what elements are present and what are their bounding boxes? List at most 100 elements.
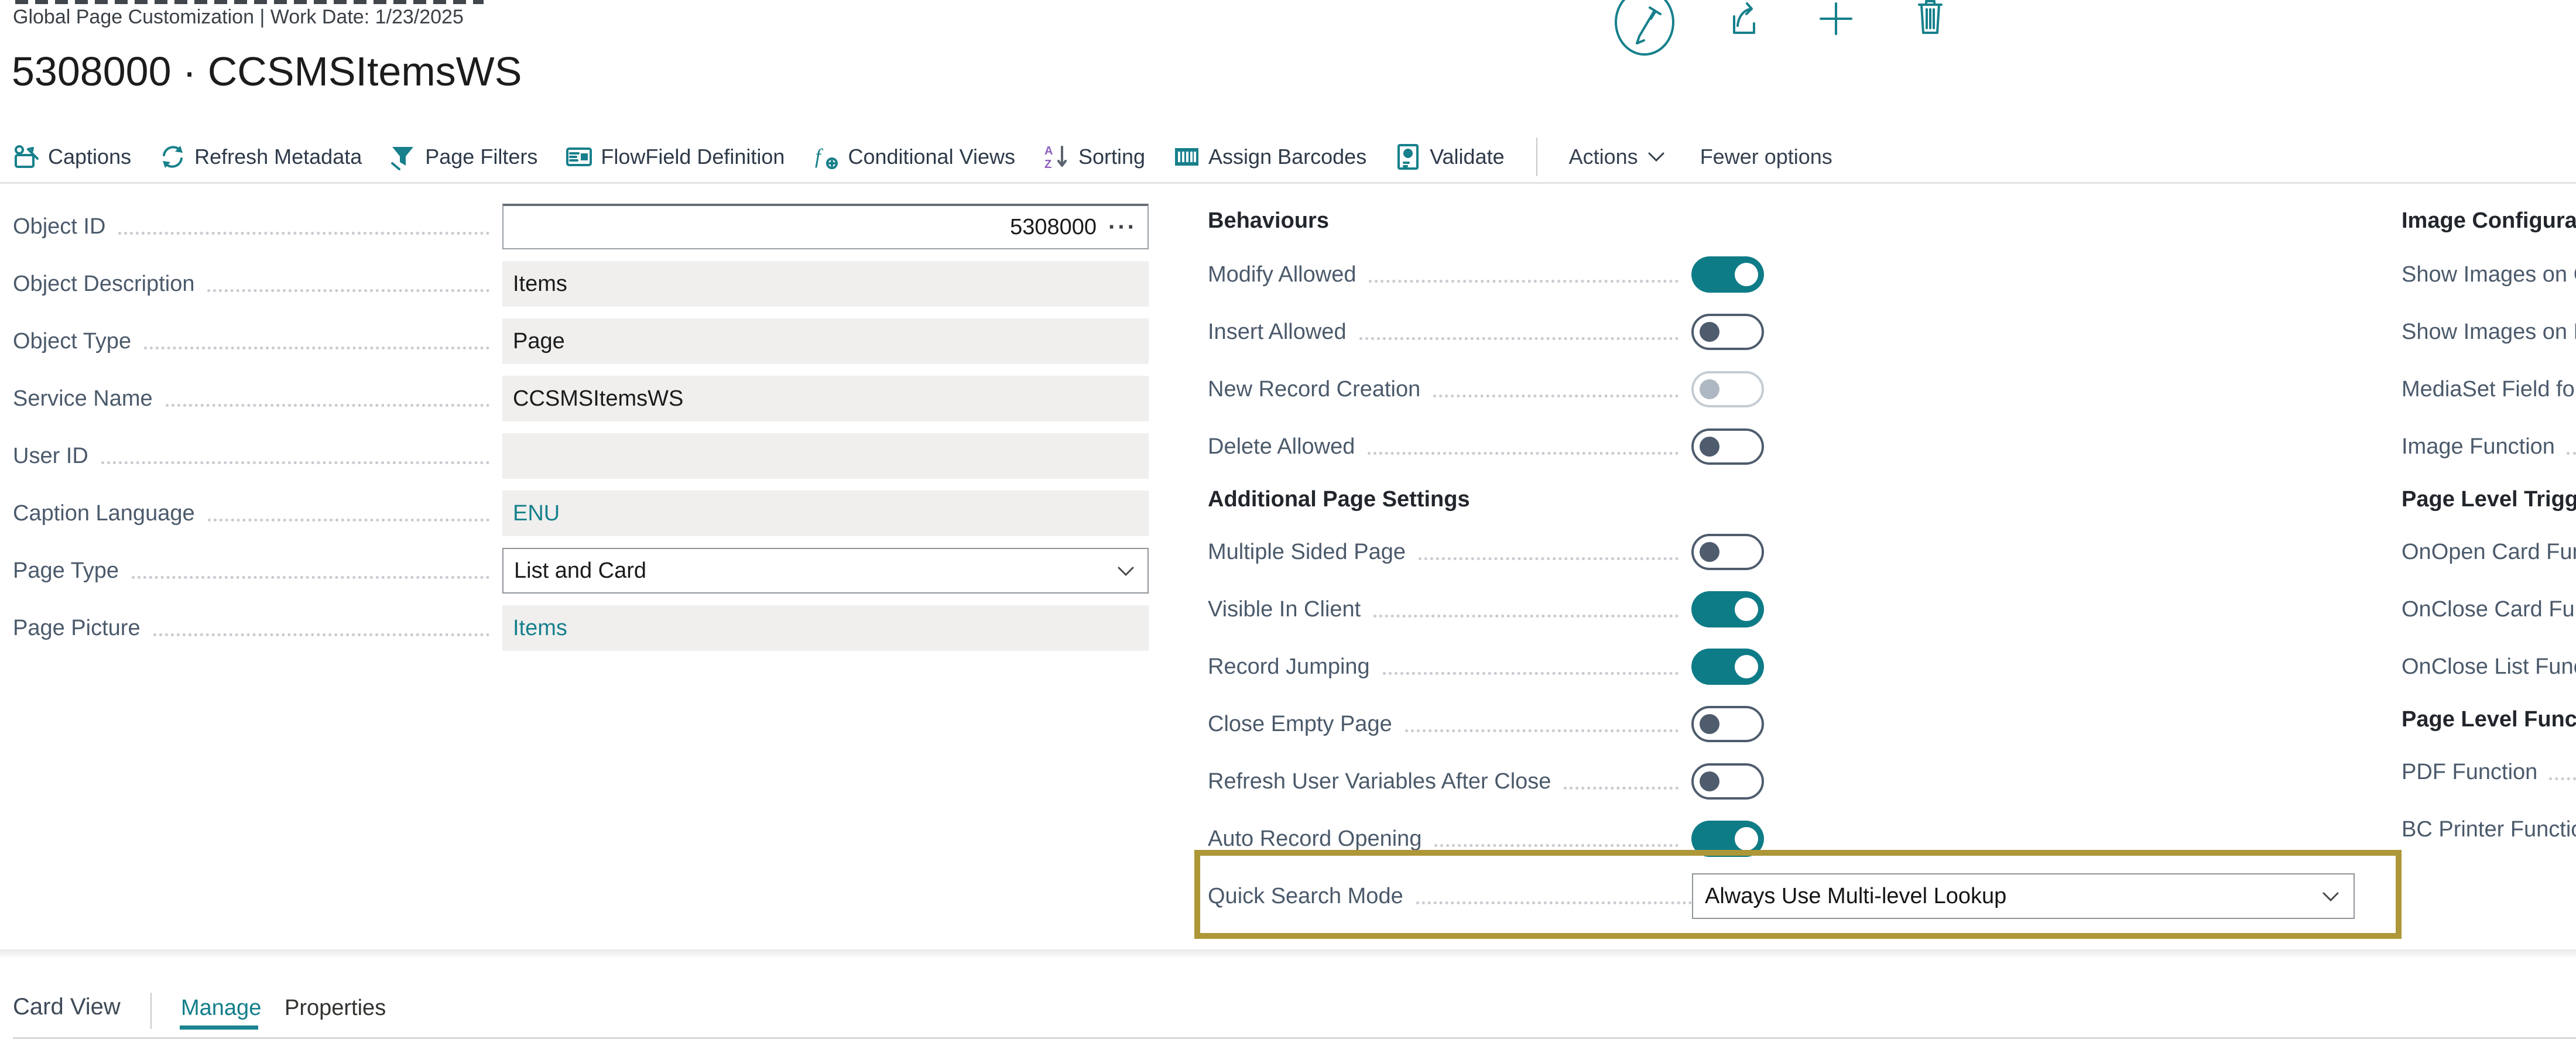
- assist-edit-button[interactable]: ···: [1108, 214, 1137, 241]
- toggle-label: New Record Creation: [1208, 377, 1420, 402]
- toggle-knob: [1735, 655, 1758, 678]
- sorting-button[interactable]: A Z Sorting: [1043, 143, 1145, 170]
- multiple-sided-page-toggle[interactable]: [1691, 534, 1764, 570]
- dotted-leader: [2549, 771, 2576, 780]
- toggle-label: Visible In Client: [1208, 597, 1361, 622]
- field-row-object-type: Object Type Page: [13, 313, 1149, 370]
- quick-search-mode-value: Always Use Multi-level Lookup: [1705, 884, 2006, 909]
- edit-pencil-icon[interactable]: [1614, 0, 1676, 56]
- field-label: Object ID: [13, 214, 105, 239]
- object-description-field: Items: [502, 261, 1149, 307]
- toggle-row-new-record-creation: New Record Creation: [1208, 361, 1764, 418]
- object-type-field: Page: [502, 318, 1149, 364]
- field-row-page-picture: Page Picture Items: [13, 599, 1149, 657]
- delete-trash-icon[interactable]: [1916, 0, 1945, 35]
- sorting-label: Sorting: [1078, 145, 1145, 169]
- refresh-user-variables-toggle[interactable]: [1691, 763, 1764, 800]
- field-row-user-id: User ID: [13, 427, 1149, 485]
- field-row-onclose-list: OnClose List Function: [2402, 638, 2576, 695]
- captions-tag-icon: [13, 143, 40, 170]
- dotted-leader: [1433, 389, 1678, 397]
- footer-horizontal-rule: [13, 1037, 2576, 1039]
- svg-text:Z: Z: [1044, 158, 1051, 170]
- toggle-label: Delete Allowed: [1208, 434, 1355, 459]
- page-picture-link[interactable]: Items: [513, 616, 567, 641]
- captions-button[interactable]: Captions: [13, 143, 131, 170]
- action-ribbon: Captions Refresh Metadata Page Filters: [13, 135, 1832, 179]
- dotted-leader: [153, 627, 489, 636]
- dotted-leader: [208, 513, 489, 522]
- field-label: Service Name: [13, 386, 153, 411]
- modify-allowed-toggle[interactable]: [1691, 256, 1764, 293]
- dotted-leader: [1373, 609, 1678, 618]
- field-label: BC Printer Function: [2402, 817, 2576, 842]
- record-jumping-toggle[interactable]: [1691, 649, 1764, 685]
- flowfield-definition-label: FlowField Definition: [601, 145, 785, 169]
- toggle-row-delete-allowed: Delete Allowed: [1208, 418, 1764, 475]
- object-id-input[interactable]: 5308000 ···: [502, 204, 1149, 249]
- dotted-leader: [1434, 838, 1678, 847]
- fewer-options-button[interactable]: Fewer options: [1700, 145, 1832, 169]
- quick-search-mode-row: Quick Search Mode Always Use Multi-level…: [1208, 867, 1764, 925]
- page-type-dropdown[interactable]: List and Card: [502, 548, 1149, 594]
- toggle-label: Modify Allowed: [1208, 262, 1356, 287]
- object-description-value: Items: [513, 272, 567, 297]
- close-empty-page-toggle[interactable]: [1691, 706, 1764, 742]
- ribbon-divider: [1536, 138, 1537, 176]
- dotted-leader: [1419, 551, 1678, 560]
- share-icon[interactable]: [1726, 0, 1759, 36]
- card-view-label: Card View: [13, 994, 121, 1020]
- auto-record-opening-toggle[interactable]: [1691, 821, 1764, 857]
- behaviours-column: Behaviours Modify Allowed Insert Allowed…: [1208, 195, 1764, 925]
- additional-settings-heading: Additional Page Settings: [1208, 475, 1764, 523]
- caption-language-link[interactable]: ENU: [513, 501, 560, 526]
- function-f-icon: f: [813, 143, 840, 170]
- quick-search-mode-dropdown[interactable]: Always Use Multi-level Lookup: [1692, 873, 2355, 919]
- sort-az-icon: A Z: [1043, 143, 1070, 170]
- page-type-value: List and Card: [514, 558, 646, 584]
- svg-text:A: A: [1044, 145, 1053, 157]
- tab-properties[interactable]: Properties: [285, 996, 386, 1021]
- image-configuration-heading: Image Configuration: [2402, 195, 2576, 246]
- new-plus-icon[interactable]: [1820, 2, 1852, 35]
- actions-label: Actions: [1569, 145, 1638, 169]
- field-row-mediaset-field: MediaSet Field for Images: [2402, 361, 2576, 418]
- field-row-page-type: Page Type List and Card: [13, 542, 1149, 599]
- validate-button[interactable]: Validate: [1395, 143, 1504, 170]
- toggle-row-record-jumping: Record Jumping: [1208, 638, 1764, 695]
- dotted-leader: [1405, 723, 1678, 732]
- dotted-leader: [207, 283, 489, 292]
- actions-menu[interactable]: Actions: [1569, 145, 1665, 169]
- toggle-row-visible-in-client: Visible In Client: [1208, 581, 1764, 638]
- field-label: Show Images on Card: [2402, 262, 2576, 287]
- visible-in-client-toggle[interactable]: [1691, 591, 1764, 627]
- field-row-service-name: Service Name CCSMSItemsWS: [13, 370, 1149, 427]
- field-row-onopen-card: OnOpen Card Function: [2402, 523, 2576, 581]
- field-label: OnOpen Card Function: [2402, 540, 2576, 565]
- captions-label: Captions: [48, 145, 131, 169]
- object-id-value: 5308000: [1010, 215, 1097, 240]
- tab-manage[interactable]: Manage: [181, 996, 261, 1021]
- validate-badge-icon: [1395, 143, 1421, 170]
- flowfield-definition-button[interactable]: FlowField Definition: [566, 143, 785, 170]
- chevron-down-icon: [2322, 891, 2339, 903]
- refresh-metadata-button[interactable]: Refresh Metadata: [159, 143, 362, 170]
- toggle-label: Record Jumping: [1208, 654, 1370, 680]
- page-filters-button[interactable]: Page Filters: [390, 143, 537, 170]
- field-label: User ID: [13, 444, 88, 469]
- insert-allowed-toggle[interactable]: [1691, 314, 1764, 350]
- conditional-views-button[interactable]: f Conditional Views: [813, 143, 1015, 170]
- field-label: PDF Function: [2402, 760, 2537, 785]
- field-label: Image Function: [2402, 434, 2555, 459]
- service-name-field: CCSMSItemsWS: [502, 376, 1149, 421]
- delete-allowed-toggle[interactable]: [1691, 428, 1764, 465]
- context-bar: Global Page Customization | Work Date: 1…: [13, 6, 464, 29]
- assign-barcodes-button[interactable]: Assign Barcodes: [1173, 143, 1366, 170]
- page-title: 5308000 · CCSMSItemsWS: [12, 48, 522, 95]
- toggle-knob: [1700, 771, 1719, 791]
- toggle-label: Refresh User Variables After Close: [1208, 769, 1551, 794]
- dotted-leader: [166, 398, 489, 407]
- quick-search-label: Quick Search Mode: [1208, 884, 1403, 909]
- toggle-knob: [1700, 322, 1719, 342]
- field-row-show-images-list: Show Images on List: [2402, 303, 2576, 361]
